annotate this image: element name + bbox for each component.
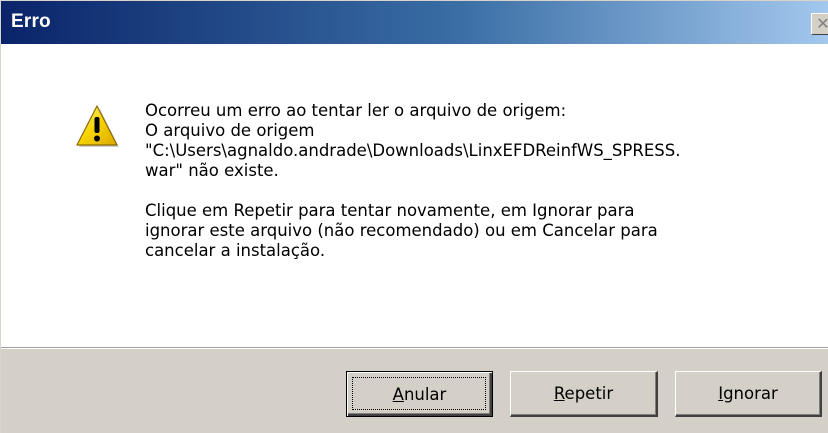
error-message: Ocorreu um erro ao tentar ler o arquivo …: [145, 101, 805, 261]
button-bar-separator: [1, 347, 828, 349]
title-bar[interactable]: Erro ✕: [1, 1, 828, 44]
close-button[interactable]: ✕: [811, 13, 828, 35]
error-dialog: Erro ✕ Ocorreu um erro ao tentar ler o a…: [0, 0, 828, 433]
retry-button-label: Repetir: [553, 384, 614, 403]
message-line: war" não existe.: [145, 161, 279, 180]
hint-line: ignorar este arquivo (não recomendado) o…: [145, 221, 658, 240]
message-line: "C:\Users\agnaldo.andrade\Downloads\Linx…: [145, 141, 681, 160]
hint-line: cancelar a instalação.: [145, 241, 326, 260]
hint-line: Clique em Repetir para tentar novamente,…: [145, 201, 635, 220]
abort-button[interactable]: Anular: [346, 371, 493, 417]
warning-icon: [76, 105, 119, 147]
message-line: O arquivo de origem: [145, 121, 315, 140]
retry-button[interactable]: Repetir: [510, 371, 658, 417]
ignore-button[interactable]: Ignorar: [675, 371, 822, 417]
ignore-button-label: Ignorar: [718, 384, 778, 403]
close-icon: ✕: [816, 16, 828, 32]
window-title: Erro: [11, 11, 51, 32]
abort-button-label: Anular: [392, 384, 447, 404]
message-line: Ocorreu um erro ao tentar ler o arquivo …: [145, 101, 567, 120]
